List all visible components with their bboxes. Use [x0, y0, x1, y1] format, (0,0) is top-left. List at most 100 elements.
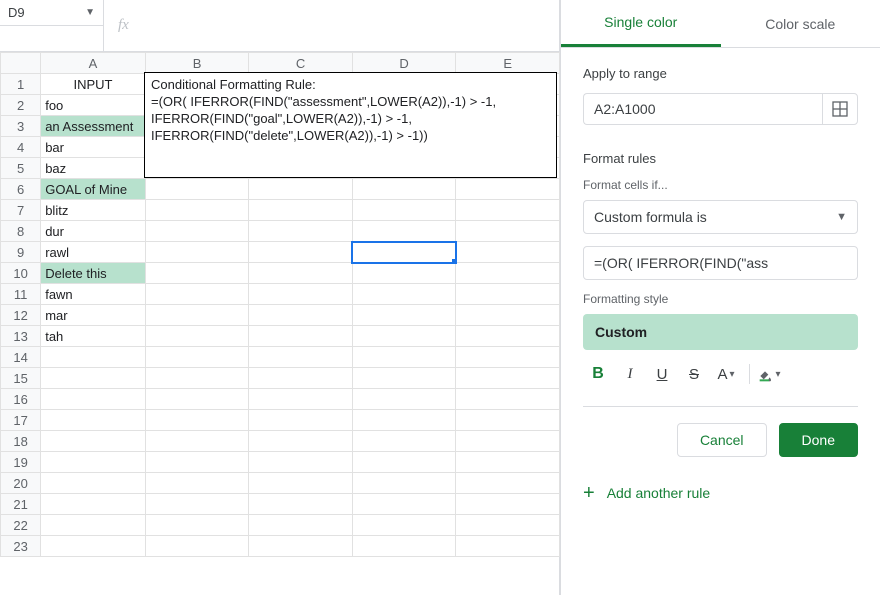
- cell[interactable]: [456, 452, 560, 473]
- cell[interactable]: [249, 494, 353, 515]
- cell[interactable]: [352, 284, 456, 305]
- row-header[interactable]: 12: [1, 305, 41, 326]
- cell[interactable]: [249, 452, 353, 473]
- range-input[interactable]: [583, 93, 822, 125]
- done-button[interactable]: Done: [779, 423, 858, 457]
- cell[interactable]: Delete this: [41, 263, 146, 284]
- cell[interactable]: [456, 179, 560, 200]
- cell[interactable]: [145, 515, 249, 536]
- cell[interactable]: [41, 410, 146, 431]
- cell[interactable]: [352, 494, 456, 515]
- tab-single-color[interactable]: Single color: [561, 0, 721, 47]
- cell[interactable]: bar: [41, 137, 146, 158]
- cell[interactable]: [456, 431, 560, 452]
- cell[interactable]: [352, 347, 456, 368]
- cell[interactable]: [41, 452, 146, 473]
- col-header-A[interactable]: A: [41, 53, 146, 74]
- cell[interactable]: [145, 305, 249, 326]
- cell[interactable]: [352, 179, 456, 200]
- cell[interactable]: [145, 326, 249, 347]
- row-header[interactable]: 3: [1, 116, 41, 137]
- cell[interactable]: [456, 389, 560, 410]
- cell[interactable]: tah: [41, 326, 146, 347]
- cancel-button[interactable]: Cancel: [677, 423, 767, 457]
- col-header-B[interactable]: B: [145, 53, 249, 74]
- cell[interactable]: [456, 368, 560, 389]
- cell[interactable]: [456, 305, 560, 326]
- cell[interactable]: foo: [41, 95, 146, 116]
- row-header[interactable]: 17: [1, 410, 41, 431]
- row-header[interactable]: 22: [1, 515, 41, 536]
- cell[interactable]: [352, 263, 456, 284]
- cell[interactable]: mar: [41, 305, 146, 326]
- cell[interactable]: [249, 410, 353, 431]
- col-header-D[interactable]: D: [352, 53, 456, 74]
- cell[interactable]: fawn: [41, 284, 146, 305]
- cell[interactable]: [145, 452, 249, 473]
- fill-color-button[interactable]: ▾: [754, 360, 784, 388]
- row-header[interactable]: 16: [1, 389, 41, 410]
- cell[interactable]: [249, 179, 353, 200]
- condition-select[interactable]: Custom formula is ▼: [583, 200, 858, 234]
- tab-color-scale[interactable]: Color scale: [721, 0, 880, 47]
- cell[interactable]: [41, 494, 146, 515]
- cell[interactable]: [352, 452, 456, 473]
- cell[interactable]: [249, 221, 353, 242]
- cell[interactable]: [456, 536, 560, 557]
- row-header[interactable]: 11: [1, 284, 41, 305]
- cell[interactable]: [145, 410, 249, 431]
- cell[interactable]: [456, 347, 560, 368]
- cell[interactable]: [352, 326, 456, 347]
- cell[interactable]: blitz: [41, 200, 146, 221]
- cell[interactable]: [456, 284, 560, 305]
- cell[interactable]: [352, 431, 456, 452]
- row-header[interactable]: 6: [1, 179, 41, 200]
- cell[interactable]: [249, 536, 353, 557]
- row-header[interactable]: 20: [1, 473, 41, 494]
- text-color-button[interactable]: A▾: [711, 360, 741, 388]
- cell[interactable]: [352, 200, 456, 221]
- cell[interactable]: baz: [41, 158, 146, 179]
- cell[interactable]: [145, 221, 249, 242]
- col-header-C[interactable]: C: [249, 53, 353, 74]
- row-header[interactable]: 1: [1, 74, 41, 95]
- cell[interactable]: GOAL of Mine: [41, 179, 146, 200]
- cell[interactable]: [456, 410, 560, 431]
- row-header[interactable]: 8: [1, 221, 41, 242]
- cell[interactable]: [249, 284, 353, 305]
- row-header[interactable]: 21: [1, 494, 41, 515]
- cell[interactable]: [456, 221, 560, 242]
- cell[interactable]: [352, 305, 456, 326]
- cell[interactable]: [456, 200, 560, 221]
- cell[interactable]: [249, 242, 353, 263]
- cell[interactable]: [145, 473, 249, 494]
- cell[interactable]: [145, 200, 249, 221]
- cell[interactable]: [249, 347, 353, 368]
- cell[interactable]: [145, 494, 249, 515]
- cell[interactable]: [249, 431, 353, 452]
- cell[interactable]: [145, 368, 249, 389]
- row-header[interactable]: 19: [1, 452, 41, 473]
- cell[interactable]: an Assessment: [41, 116, 146, 137]
- row-header[interactable]: 7: [1, 200, 41, 221]
- formula-input[interactable]: =(OR( IFERROR(FIND("ass: [583, 246, 858, 280]
- cell[interactable]: [41, 473, 146, 494]
- row-header[interactable]: 4: [1, 137, 41, 158]
- row-header[interactable]: 5: [1, 158, 41, 179]
- col-header-E[interactable]: E: [456, 53, 560, 74]
- selected-cell[interactable]: [352, 242, 456, 263]
- cell[interactable]: [145, 347, 249, 368]
- row-header[interactable]: 10: [1, 263, 41, 284]
- strikethrough-button[interactable]: S: [679, 360, 709, 388]
- cell[interactable]: [145, 431, 249, 452]
- cell[interactable]: [41, 389, 146, 410]
- name-box[interactable]: D9 ▼: [0, 0, 104, 26]
- cell[interactable]: [145, 536, 249, 557]
- cell[interactable]: dur: [41, 221, 146, 242]
- cell[interactable]: [249, 263, 353, 284]
- cell[interactable]: [249, 326, 353, 347]
- underline-button[interactable]: U: [647, 360, 677, 388]
- bold-button[interactable]: B: [583, 360, 613, 388]
- cell[interactable]: [456, 326, 560, 347]
- select-range-button[interactable]: [822, 93, 858, 125]
